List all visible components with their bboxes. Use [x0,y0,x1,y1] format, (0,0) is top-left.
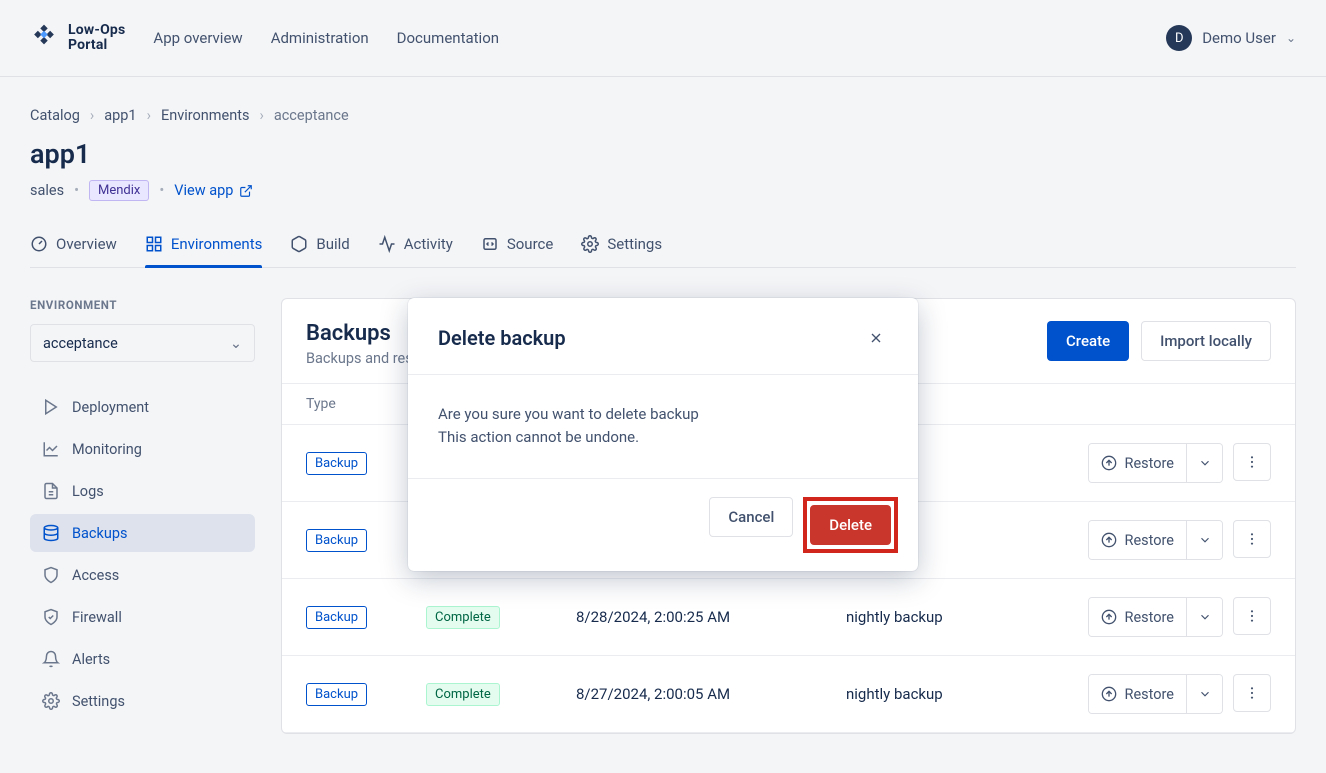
modal-head: Delete backup [408,298,918,374]
modal-title: Delete backup [438,326,566,350]
modal-text-2: This action cannot be undone. [438,428,639,446]
modal-text-1: Are you sure you want to delete backup [438,405,699,423]
modal-close-button[interactable] [864,326,888,354]
delete-highlight: Delete [803,497,898,553]
modal-footer: Cancel Delete [408,478,918,571]
modal-overlay: Delete backup Are you sure you want to d… [0,0,1326,773]
modal-body: Are you sure you want to delete backup T… [408,374,918,478]
delete-button[interactable]: Delete [810,505,891,545]
cancel-button[interactable]: Cancel [709,497,793,537]
delete-backup-modal: Delete backup Are you sure you want to d… [408,298,918,571]
close-icon [868,330,884,346]
